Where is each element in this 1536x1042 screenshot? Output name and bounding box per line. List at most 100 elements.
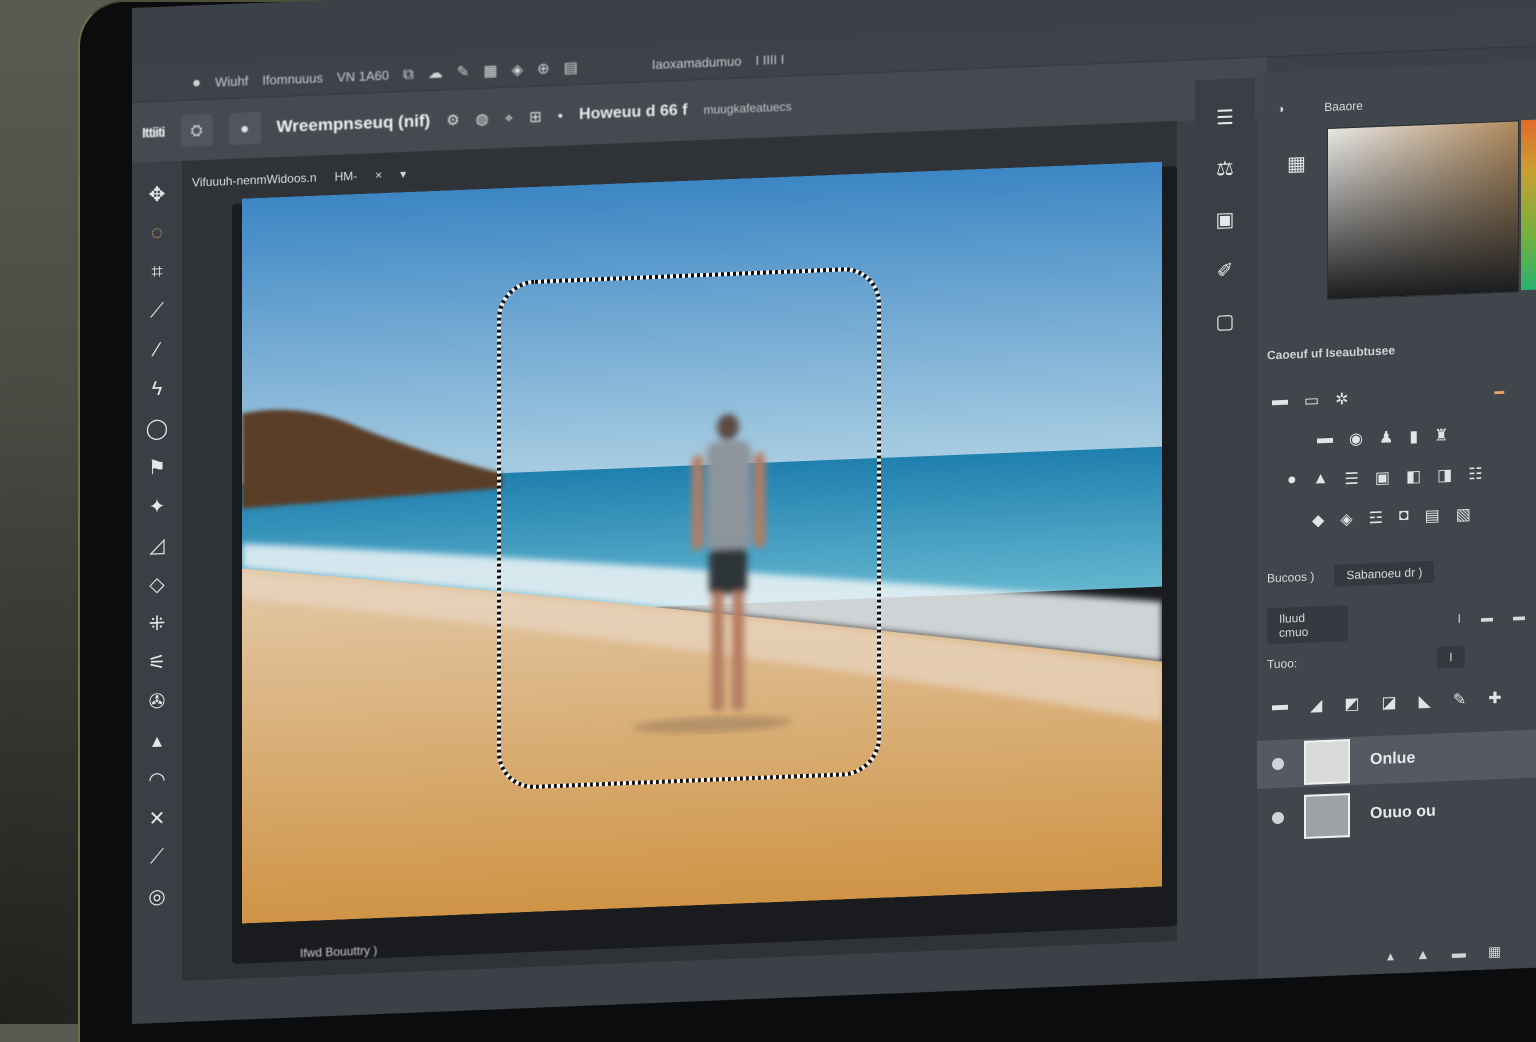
hue-slider[interactable] <box>1521 119 1536 291</box>
zoom-icon[interactable]: ⊕ <box>537 59 550 78</box>
layer-tools-row: ▬ ◢ ◩ ◪ ◣ ✎ ✚ <box>1272 688 1502 717</box>
delete-icon[interactable]: ▴ <box>1387 947 1394 964</box>
preset-icon[interactable]: ☰ <box>1345 469 1359 490</box>
menu-item[interactable]: Wiuhf <box>215 73 248 89</box>
dot-icon[interactable]: • <box>558 107 563 124</box>
preset-icon[interactable]: ◨ <box>1437 465 1452 486</box>
toggle-icon[interactable]: ▬ <box>1481 610 1493 624</box>
settings-icon[interactable]: ⚙ <box>446 111 459 130</box>
clone-stamp-icon[interactable]: ⚑ <box>140 454 174 479</box>
visibility-eye-icon[interactable] <box>1272 757 1284 771</box>
workspace-label[interactable]: Iaoxamadumuo <box>652 53 742 72</box>
toggle-icon[interactable]: ▬ <box>1513 609 1525 623</box>
options-hint: muugkafeatuecs <box>703 99 792 118</box>
preset-icon[interactable]: ● <box>1287 471 1297 491</box>
airbrush-icon[interactable]: ◍ <box>476 110 489 129</box>
window-icon[interactable]: ▤ <box>564 58 578 77</box>
preset-icon[interactable]: ☲ <box>1369 508 1383 529</box>
color-picker-icon[interactable]: ◑ <box>1277 102 1284 116</box>
layers-icon[interactable]: ⧉ <box>403 65 414 82</box>
tab-image-icon[interactable]: ▬ <box>1272 392 1288 413</box>
path-select-icon[interactable]: ◠ <box>140 766 174 791</box>
crop-tool-icon[interactable]: ⌗ <box>140 259 174 284</box>
brush-settings-icon[interactable]: ✐ <box>1217 258 1234 284</box>
lasso-tool-icon[interactable]: ◌ <box>140 220 174 245</box>
eyedropper-tool-icon[interactable]: ⟋ <box>140 298 174 323</box>
tools-panel: ✥ ◌ ⌗ ⟋ ⁄ ϟ ◯ ⚑ ✦ ◿ ◇ ⁜ ⚟ ✇ ▴ ◠ ✕ ⟋ ◎ <box>132 160 182 1003</box>
pressure-icon[interactable]: ⌖ <box>505 109 513 126</box>
property-field[interactable]: Sabanoeu dr ) <box>1334 560 1435 587</box>
trash-icon[interactable]: ▦ <box>1488 943 1501 961</box>
preset-icon[interactable]: ◉ <box>1349 429 1363 450</box>
menu-item[interactable]: Ifomnuuus <box>262 70 323 87</box>
panel-toggle[interactable]: I IIII I <box>755 51 784 67</box>
preset-icon[interactable]: ▬ <box>1317 430 1333 451</box>
fx-icon[interactable]: ◢ <box>1310 695 1322 715</box>
shapes-icon[interactable]: ◈ <box>512 60 524 78</box>
adjustment-layer-icon[interactable]: ◪ <box>1381 692 1396 713</box>
history-brush-icon[interactable]: ✦ <box>140 493 174 518</box>
healing-tool-icon[interactable]: ϟ <box>140 376 174 401</box>
libraries-icon[interactable]: ▣ <box>1216 207 1235 233</box>
color-panel-label: Baaore <box>1324 98 1363 115</box>
visibility-eye-icon[interactable] <box>1272 811 1284 825</box>
gradient-tool-icon[interactable]: ◇ <box>140 571 174 596</box>
adjustments-icon[interactable]: ⚖ <box>1216 156 1234 182</box>
new-layer-icon[interactable]: ✎ <box>1453 689 1466 710</box>
close-tab-icon[interactable]: × <box>375 168 382 182</box>
property-field[interactable]: I <box>1437 645 1465 669</box>
color-field[interactable] <box>1327 120 1519 301</box>
layer-row[interactable]: Ouuo ou <box>1257 783 1536 843</box>
chevron-down-icon[interactable]: ▾ <box>400 167 406 181</box>
preset-icon[interactable]: ◧ <box>1406 466 1421 487</box>
new-icon[interactable]: ▬ <box>1452 944 1466 962</box>
preset-icon[interactable]: ☷ <box>1468 464 1482 485</box>
tab-frame-icon[interactable]: ▭ <box>1304 390 1319 411</box>
preset-icon[interactable]: ♜ <box>1434 425 1448 446</box>
symmetry-icon[interactable]: ⊞ <box>529 108 542 127</box>
brush-mode-icon[interactable]: ● <box>228 111 261 146</box>
link-icon[interactable]: ▬ <box>1272 697 1288 718</box>
ellipse-tool-icon[interactable]: ◯ <box>140 415 174 440</box>
add-icon[interactable]: ✚ <box>1488 688 1501 709</box>
tab-settings-icon[interactable]: ✲ <box>1335 389 1348 410</box>
brush-tool-icon[interactable]: ⁄ <box>140 337 174 362</box>
pen-tool-icon[interactable]: ✇ <box>140 688 174 713</box>
zoom-tool-icon[interactable]: ◎ <box>140 883 174 908</box>
pen-icon[interactable]: ✎ <box>457 62 470 81</box>
document-tab[interactable]: Vifuuuh-nenmWidoos.n HM- × ▾ <box>192 160 406 197</box>
cloud-icon[interactable]: ☁ <box>428 64 443 83</box>
preset-icon[interactable]: ▮ <box>1409 426 1418 446</box>
swatch-icon[interactable]: ▦ <box>1287 151 1306 177</box>
clipboard-icon[interactable]: ▢ <box>1216 309 1235 335</box>
bell-icon[interactable]: ● <box>192 74 201 91</box>
layer-row[interactable]: Onlue <box>1257 728 1536 789</box>
blur-tool-icon[interactable]: ⁜ <box>140 610 174 635</box>
canvas-image[interactable] <box>242 161 1162 924</box>
layers-footer: ▴ ▲ ▬ ▦ <box>1387 943 1501 965</box>
preset-icon[interactable]: ◘ <box>1399 507 1409 527</box>
dodge-tool-icon[interactable]: ⚟ <box>140 649 174 674</box>
property-row: Tuoo: I <box>1257 639 1536 679</box>
group-icon[interactable]: ◣ <box>1419 691 1431 711</box>
preset-icon[interactable]: ▤ <box>1425 505 1440 526</box>
preset-icon[interactable]: ♟ <box>1379 427 1393 448</box>
preset-icon[interactable]: ◈ <box>1340 509 1352 529</box>
move-tool-icon[interactable]: ✥ <box>140 181 174 206</box>
shape-tool-icon[interactable]: ✕ <box>140 805 174 830</box>
tab-more-icon[interactable]: ━ <box>1495 383 1505 403</box>
property-field[interactable]: Iluud cmuo <box>1267 605 1348 645</box>
preset-icon[interactable]: ▧ <box>1456 504 1471 525</box>
brush-preset-icon[interactable]: ⛭ <box>180 113 213 148</box>
grid-icon[interactable]: ▦ <box>483 61 497 80</box>
hand-tool-icon[interactable]: ⟋ <box>140 844 174 869</box>
preset-icon[interactable]: ▣ <box>1375 467 1390 488</box>
folder-icon[interactable]: ▲ <box>1416 946 1430 964</box>
preset-icon[interactable]: ▲ <box>1313 470 1329 491</box>
eraser-tool-icon[interactable]: ◿ <box>140 532 174 557</box>
mask-icon[interactable]: ◩ <box>1344 694 1359 715</box>
menu-item[interactable]: VN 1A60 <box>337 67 389 84</box>
menu-icon[interactable]: ☰ <box>1216 105 1234 131</box>
type-tool-icon[interactable]: ▴ <box>140 727 174 752</box>
preset-icon[interactable]: ◆ <box>1312 510 1324 530</box>
